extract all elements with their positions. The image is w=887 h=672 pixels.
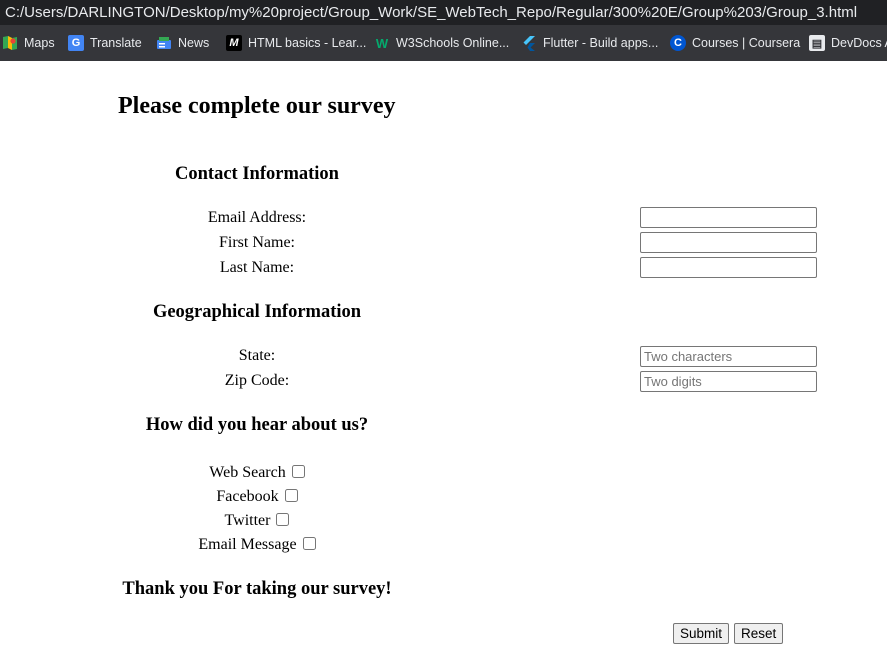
option-label: Facebook <box>216 488 279 505</box>
hear-heading: How did you hear about us? <box>145 415 369 435</box>
email-field[interactable] <box>640 207 817 228</box>
email-message-checkbox[interactable] <box>302 537 316 550</box>
submit-button[interactable]: Submit <box>673 623 730 644</box>
devdocs-icon: ▤ <box>809 35 825 51</box>
bookmark-translate[interactable]: G Translate <box>68 25 142 61</box>
state-label: State: <box>238 347 276 364</box>
bookmark-label: Maps <box>24 36 55 50</box>
flutter-icon <box>521 35 537 51</box>
first-name-field[interactable] <box>640 232 817 253</box>
bookmark-label: Flutter - Build apps... <box>543 36 659 50</box>
facebook-checkbox[interactable] <box>284 489 298 502</box>
bookmarks-bar: Maps G Translate News M HTML basics - Le… <box>0 25 887 61</box>
option-label: Email Message <box>198 536 297 553</box>
first-name-label: First Name: <box>219 234 295 251</box>
reset-button[interactable]: Reset <box>734 623 784 644</box>
option-label: Web Search <box>209 464 286 481</box>
w3schools-icon: W <box>375 35 389 51</box>
news-icon <box>156 35 172 51</box>
maps-icon <box>2 35 18 51</box>
option-email-message: Email Message <box>0 535 514 557</box>
bookmark-maps[interactable]: Maps <box>2 25 55 61</box>
option-web-search: Web Search <box>0 463 514 485</box>
web-search-checkbox[interactable] <box>291 465 305 478</box>
option-twitter: Twitter <box>0 511 514 533</box>
bookmark-devdocs[interactable]: ▤ DevDocs A <box>809 25 887 61</box>
option-facebook: Facebook <box>0 487 514 509</box>
geo-heading: Geographical Information <box>152 302 362 322</box>
bookmark-coursera[interactable]: C Courses | Coursera <box>670 25 800 61</box>
mdn-icon: M <box>226 35 242 51</box>
bookmark-news[interactable]: News <box>156 25 209 61</box>
thanks-message: Thank you For taking our survey! <box>122 579 392 599</box>
state-field[interactable] <box>640 346 817 367</box>
bookmark-label: W3Schools Online... <box>396 36 510 50</box>
bookmark-label: Translate <box>90 36 142 50</box>
bookmark-html-basics[interactable]: M HTML basics - Lear... <box>226 25 366 61</box>
bookmark-flutter[interactable]: Flutter - Build apps... <box>521 25 658 61</box>
bookmark-label: Courses | Coursera <box>692 36 801 50</box>
coursera-icon: C <box>670 35 686 51</box>
last-name-field[interactable] <box>640 257 817 278</box>
zip-code-label: Zip Code: <box>224 372 290 389</box>
zip-code-field[interactable] <box>640 371 817 392</box>
twitter-checkbox[interactable] <box>276 513 290 526</box>
bookmark-w3schools[interactable]: W W3Schools Online... <box>374 25 509 61</box>
bookmark-label: DevDocs A <box>831 36 887 50</box>
bookmark-label: HTML basics - Lear... <box>248 36 367 50</box>
email-label: Email Address: <box>207 209 307 226</box>
option-label: Twitter <box>224 512 271 529</box>
contact-heading: Contact Information <box>175 164 339 184</box>
bookmark-label: News <box>178 36 210 50</box>
last-name-label: Last Name: <box>219 259 295 276</box>
page-title: Please complete our survey <box>118 93 396 119</box>
address-bar[interactable]: C:/Users/DARLINGTON/Desktop/my%20project… <box>0 0 887 25</box>
address-bar-url: C:/Users/DARLINGTON/Desktop/my%20project… <box>5 4 858 21</box>
translate-icon: G <box>68 35 84 51</box>
